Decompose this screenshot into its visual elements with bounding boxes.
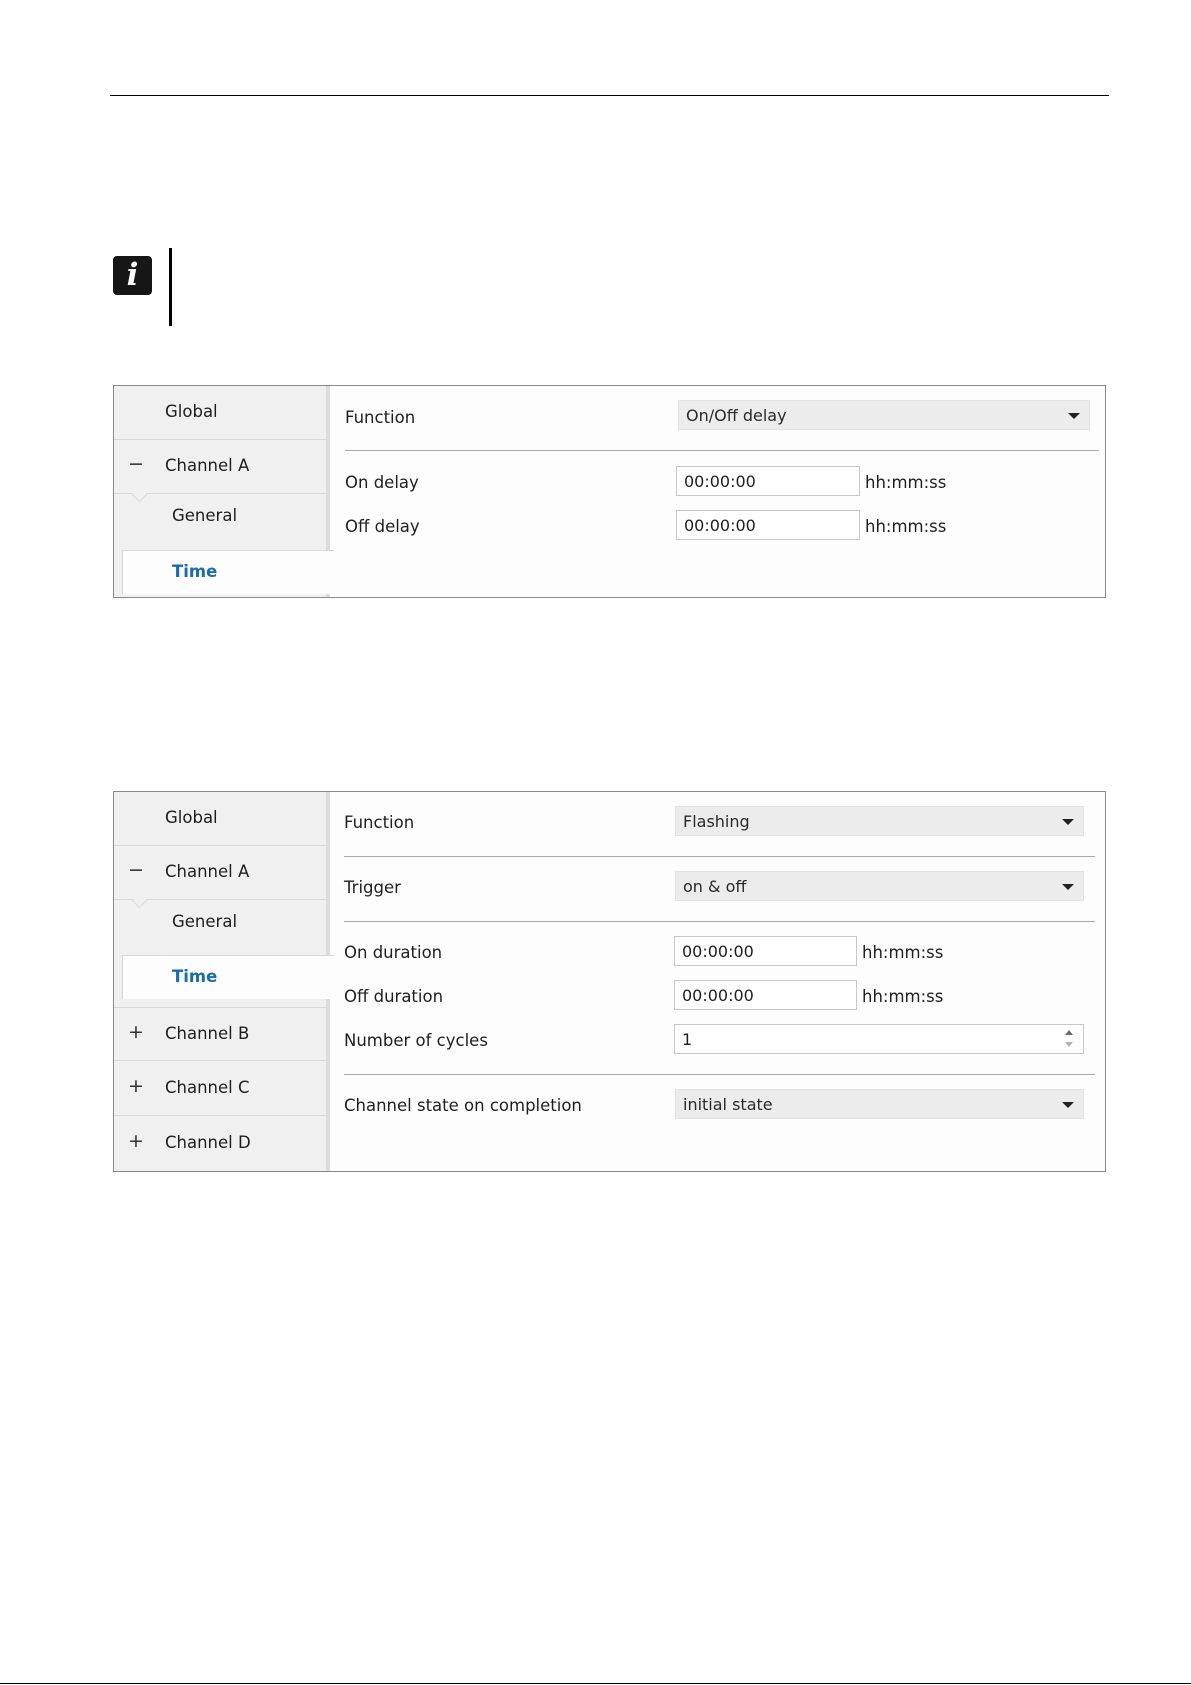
parameter-window-on-off-delay: Global − Channel A General Time Function… <box>113 385 1106 598</box>
nav-item-label: Global <box>165 402 218 421</box>
dropdown-arrow-icon <box>1062 819 1074 825</box>
nav-item-label: Channel D <box>165 1133 251 1152</box>
nav-item-label: Global <box>165 808 218 827</box>
on-duration-label: On duration <box>344 943 443 962</box>
nav-item-label: Channel C <box>165 1078 250 1097</box>
nav-item-channel-d[interactable]: + Channel D <box>114 1117 326 1171</box>
nav-item-channel-a[interactable]: − Channel A <box>114 440 326 494</box>
trigger-value: on & off <box>683 877 747 896</box>
nav-item-channel-b[interactable]: + Channel B <box>114 1007 326 1061</box>
parameter-content: Function On/Off delay On delay 00:00:00 … <box>330 386 1105 597</box>
channel-navigation: Global − Channel A General Time + Channe… <box>114 792 334 1171</box>
nav-subitem-label: Time <box>172 967 218 986</box>
number-of-cycles-label: Number of cycles <box>344 1031 488 1050</box>
expand-icon[interactable]: + <box>128 1076 144 1096</box>
nav-subitem-label: General <box>172 912 238 931</box>
spin-down-icon[interactable] <box>1065 1042 1073 1047</box>
section-divider <box>344 921 1095 922</box>
nav-subitem-time[interactable]: Time <box>122 550 334 594</box>
parameter-window-flashing: Global − Channel A General Time + Channe… <box>113 791 1106 1172</box>
nav-item-global[interactable]: Global <box>114 386 326 440</box>
nav-subitem-general[interactable]: General <box>114 494 326 538</box>
nav-subitem-label: General <box>172 506 238 525</box>
nav-item-label: Channel B <box>165 1024 250 1043</box>
collapse-icon[interactable]: − <box>128 860 144 880</box>
off-duration-input[interactable]: 00:00:00 <box>674 980 857 1010</box>
function-value: On/Off delay <box>686 406 787 425</box>
section-divider <box>345 450 1099 451</box>
on-delay-input[interactable]: 00:00:00 <box>676 466 860 496</box>
spin-up-icon[interactable] <box>1065 1030 1073 1035</box>
on-duration-input[interactable]: 00:00:00 <box>674 936 857 966</box>
collapse-icon[interactable]: − <box>128 454 144 474</box>
nav-item-label: Channel A <box>165 456 250 475</box>
off-duration-label: Off duration <box>344 987 444 1006</box>
nav-item-channel-a[interactable]: − Channel A <box>114 846 326 900</box>
off-delay-unit: hh:mm:ss <box>865 517 947 536</box>
function-dropdown[interactable]: On/Off delay <box>678 400 1090 430</box>
section-divider <box>344 856 1095 857</box>
off-duration-unit: hh:mm:ss <box>862 987 944 1006</box>
trigger-label: Trigger <box>344 878 401 897</box>
expand-icon[interactable]: + <box>128 1022 144 1042</box>
number-of-cycles-spinner[interactable]: 1 <box>674 1024 1084 1054</box>
nav-subitem-general[interactable]: General <box>114 900 326 944</box>
completion-state-label: Channel state on completion <box>344 1096 582 1115</box>
on-delay-label: On delay <box>345 473 419 492</box>
function-value: Flashing <box>683 812 750 831</box>
function-label: Function <box>345 408 416 427</box>
parameter-content: Function Flashing Trigger on & off On du… <box>330 792 1105 1171</box>
number-of-cycles-value: 1 <box>682 1030 693 1049</box>
off-delay-label: Off delay <box>345 517 420 536</box>
function-label: Function <box>344 813 415 832</box>
channel-navigation: Global − Channel A General Time <box>114 386 334 597</box>
dropdown-arrow-icon <box>1062 884 1074 890</box>
on-delay-value: 00:00:00 <box>684 472 756 491</box>
expand-icon[interactable]: + <box>128 1131 144 1151</box>
dropdown-arrow-icon <box>1068 413 1080 419</box>
nav-item-label: Channel A <box>165 862 250 881</box>
info-note-bar <box>169 248 172 326</box>
off-delay-value: 00:00:00 <box>684 516 756 535</box>
function-dropdown[interactable]: Flashing <box>675 806 1084 836</box>
section-divider <box>344 1074 1095 1075</box>
info-icon: i <box>113 256 152 295</box>
page-footer-rule <box>0 1683 1191 1684</box>
off-delay-input[interactable]: 00:00:00 <box>676 510 860 540</box>
nav-subitem-label: Time <box>172 562 218 581</box>
trigger-dropdown[interactable]: on & off <box>675 871 1084 901</box>
on-duration-value: 00:00:00 <box>682 942 754 961</box>
nav-subitem-time[interactable]: Time <box>122 955 334 999</box>
dropdown-arrow-icon <box>1062 1102 1074 1108</box>
completion-state-value: initial state <box>683 1095 773 1114</box>
completion-state-dropdown[interactable]: initial state <box>675 1089 1084 1119</box>
nav-item-global[interactable]: Global <box>114 792 326 846</box>
off-duration-value: 00:00:00 <box>682 986 754 1005</box>
page-header-rule <box>110 95 1109 96</box>
on-delay-unit: hh:mm:ss <box>865 473 947 492</box>
on-duration-unit: hh:mm:ss <box>862 943 944 962</box>
nav-item-channel-c[interactable]: + Channel C <box>114 1062 326 1116</box>
